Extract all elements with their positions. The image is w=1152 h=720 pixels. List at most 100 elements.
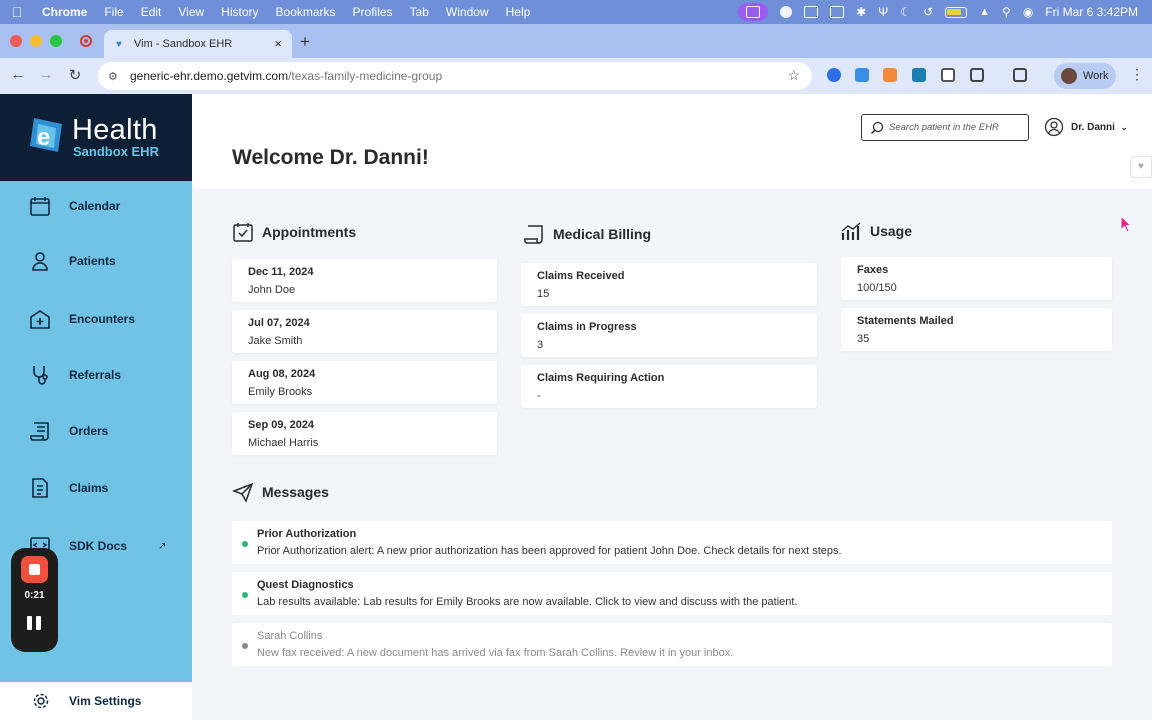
sidebar-item-label: Vim Settings (69, 694, 142, 708)
sidebar-item-patients[interactable]: Patients (0, 241, 192, 281)
menu-tab[interactable]: Tab (410, 5, 429, 19)
menu-profiles[interactable]: Profiles (353, 5, 393, 19)
billing-value: - (537, 390, 541, 402)
message-item[interactable]: Sarah Collins New fax received: A new do… (232, 623, 1112, 666)
extension-hubspot-icon[interactable] (883, 68, 897, 82)
svg-text:e: e (37, 124, 50, 151)
sidebar-item-claims[interactable]: Claims (0, 468, 192, 508)
apple-menu-icon[interactable]:  (0, 4, 34, 20)
sidebar-item-label: Referrals (69, 368, 122, 382)
antenna-icon[interactable]: Ψ (878, 5, 888, 19)
tab-favicon-icon: ♥ (116, 39, 122, 50)
patient-icon (32, 252, 48, 271)
menu-edit[interactable]: Edit (141, 5, 162, 19)
back-button[interactable]: ← (8, 66, 28, 83)
extension-flag-icon[interactable] (912, 68, 926, 82)
reload-button[interactable]: ↻ (65, 66, 85, 84)
read-dot-icon (242, 643, 248, 649)
screen-recorder-widget: 0:21 (11, 548, 58, 652)
profile-button[interactable]: Work (1054, 63, 1116, 89)
patient-search-input[interactable]: Search patient in the EHR (861, 114, 1029, 141)
sidebar-item-vim-settings[interactable]: Vim Settings (0, 682, 192, 720)
billing-card[interactable]: Claims in Progress 3 (521, 314, 817, 357)
control-center-icon[interactable]: ◉ (1023, 5, 1033, 19)
screen-share-icon[interactable] (738, 3, 769, 21)
extension-shield-icon[interactable] (941, 68, 955, 82)
window-close-button[interactable] (10, 35, 22, 47)
extension-puzzle-blue-icon[interactable] (855, 68, 869, 82)
encounter-icon (30, 310, 50, 329)
appointment-card[interactable]: Dec 11, 2024 John Doe (232, 259, 497, 302)
menu-window[interactable]: Window (446, 5, 489, 19)
tab-close-icon[interactable]: × (274, 36, 282, 51)
usage-label: Faxes (857, 264, 889, 276)
usage-card[interactable]: Statements Mailed 35 (841, 308, 1112, 351)
sidebar-item-label: Orders (69, 424, 109, 438)
moon-icon[interactable]: ☾ (900, 5, 911, 19)
message-item[interactable]: Quest Diagnostics Lab results available:… (232, 572, 1112, 615)
user-menu[interactable]: Dr. Danni ⌄ (1044, 117, 1128, 137)
url-path: /texas-family-medicine-group (288, 69, 443, 83)
bookmark-star-icon[interactable]: ☆ (787, 67, 800, 84)
menu-app-name[interactable]: Chrome (42, 5, 87, 19)
mouse-cursor-icon (1120, 215, 1132, 233)
time-machine-icon[interactable]: ↺ (923, 5, 933, 19)
heart-icon[interactable]: ♥ (1130, 156, 1152, 178)
forward-button[interactable]: → (36, 66, 56, 83)
bluetooth-icon[interactable]: ✱ (856, 5, 866, 19)
menu-file[interactable]: File (104, 5, 123, 19)
brand-subtitle: Sandbox EHR (73, 144, 159, 159)
recording-indicator-icon[interactable] (80, 35, 92, 47)
message-sender: Prior Authorization (257, 528, 357, 540)
sidebar-item-orders[interactable]: Orders (0, 411, 192, 451)
chevron-down-icon: ⌄ (1120, 122, 1128, 132)
browser-menu-icon[interactable]: ⋮ (1130, 66, 1144, 83)
usage-title: Usage (870, 223, 913, 239)
appointment-card[interactable]: Sep 09, 2024 Michael Harris (232, 412, 497, 455)
window-minimize-button[interactable] (30, 35, 42, 47)
sidebar-item-referrals[interactable]: Referrals (0, 355, 192, 395)
pause-recording-button[interactable] (27, 616, 42, 630)
spotlight-search-icon[interactable]: ⚲ (1002, 5, 1011, 19)
browser-toolbar: ← → ↻ ⚙ generic-ehr.demo.getvim.com /tex… (0, 58, 1152, 94)
sidebar-item-encounters[interactable]: Encounters (0, 299, 192, 339)
usage-card[interactable]: Faxes 100/150 (841, 257, 1112, 300)
sidebar-item-label: Claims (69, 481, 109, 495)
screenshot-icon[interactable] (830, 6, 845, 18)
ehealth-logo[interactable]: e Health Sandbox EHR (0, 94, 192, 181)
appointment-card[interactable]: Jul 07, 2024 Jake Smith (232, 310, 497, 353)
extensions-puzzle-icon[interactable] (970, 68, 984, 82)
browser-tab-active[interactable]: ♥ Vim - Sandbox EHR × (104, 30, 292, 58)
menubar-clock[interactable]: Fri Mar 6 3:42PM (1045, 5, 1138, 19)
cast-icon[interactable] (804, 6, 819, 18)
message-item[interactable]: Prior Authorization Prior Authorization … (232, 521, 1112, 564)
wifi-icon[interactable]: ▲ (979, 6, 990, 18)
billing-label: Claims Received (537, 270, 625, 282)
recording-timer: 0:21 (24, 590, 45, 601)
tab-title: Vim - Sandbox EHR (134, 38, 233, 50)
tab-search-icon[interactable] (1013, 68, 1027, 82)
site-info-icon[interactable]: ⚙ (108, 70, 122, 83)
paper-plane-icon (232, 482, 254, 503)
stop-recording-button[interactable] (21, 556, 48, 583)
battery-icon[interactable] (945, 6, 968, 18)
extension-blue-icon[interactable] (827, 68, 841, 82)
menu-history[interactable]: History (221, 5, 258, 19)
usage-value: 100/150 (857, 282, 897, 294)
ehealth-e-logo-icon: e (30, 118, 62, 152)
menu-view[interactable]: View (178, 5, 204, 19)
appointment-card[interactable]: Aug 08, 2024 Emily Brooks (232, 361, 497, 404)
sidebar-item-calendar[interactable]: Calendar (0, 186, 192, 226)
billing-card[interactable]: Claims Requiring Action - (521, 365, 817, 408)
menu-bookmarks[interactable]: Bookmarks (276, 5, 336, 19)
billing-card[interactable]: Claims Received 15 (521, 263, 817, 306)
appointments-title: Appointments (262, 224, 357, 240)
address-bar[interactable]: ⚙ generic-ehr.demo.getvim.com /texas-fam… (98, 62, 812, 90)
appointment-date: Jul 07, 2024 (248, 317, 310, 329)
zoom-icon[interactable] (780, 6, 793, 18)
brand-name: Health (72, 114, 158, 146)
menu-help[interactable]: Help (506, 5, 531, 19)
message-body: New fax received: A new document has arr… (257, 647, 734, 659)
window-maximize-button[interactable] (50, 35, 62, 47)
new-tab-button[interactable]: + (300, 32, 310, 52)
